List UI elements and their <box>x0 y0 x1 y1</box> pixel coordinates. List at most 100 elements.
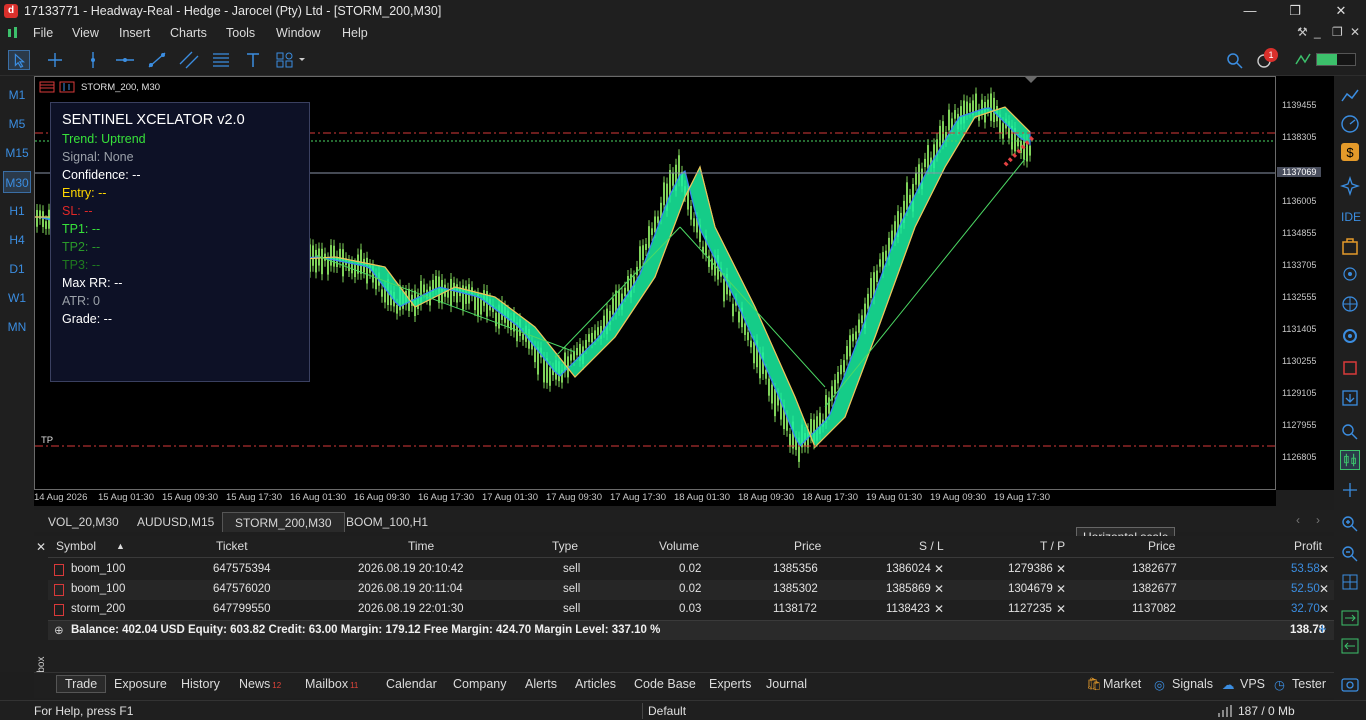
globe-icon[interactable] <box>1340 294 1360 314</box>
tab-code-base[interactable]: Code Base <box>634 677 696 691</box>
tab-news[interactable]: News 12 <box>239 677 281 691</box>
tab-vol-20[interactable]: VOL_20,M30 <box>36 512 131 532</box>
close-position-icon[interactable]: ✕ <box>1319 602 1329 616</box>
col-symbol[interactable]: Symbol <box>56 539 96 553</box>
zoom-in-icon[interactable] <box>1340 514 1360 534</box>
zoom-alert-icon[interactable] <box>1340 422 1360 442</box>
cursor-icon[interactable] <box>8 50 30 70</box>
remove-tp-icon[interactable]: ✕ <box>1056 562 1066 576</box>
child-close-icon[interactable]: ✕ <box>1350 25 1360 39</box>
menu-help[interactable]: Help <box>342 26 368 40</box>
menu-insert[interactable]: Insert <box>119 26 150 40</box>
signals-link[interactable]: Signals <box>1172 677 1213 691</box>
search-icon[interactable] <box>1224 50 1246 70</box>
channel-icon[interactable] <box>178 50 200 70</box>
shift-chart-icon[interactable] <box>1340 608 1360 628</box>
tf-w1[interactable]: W1 <box>3 287 31 309</box>
line-chart-icon[interactable] <box>1340 86 1360 106</box>
child-restore-icon[interactable]: ❐ <box>1332 25 1343 39</box>
bag-icon[interactable] <box>1340 236 1360 256</box>
shapes-icon[interactable] <box>274 50 308 70</box>
tf-mn[interactable]: MN <box>3 316 31 338</box>
vps-link[interactable]: VPS <box>1240 677 1265 691</box>
row-tp[interactable]: 1304679 <box>1008 583 1053 595</box>
remove-sl-icon[interactable]: ✕ <box>934 582 944 596</box>
trendline-icon[interactable] <box>146 50 168 70</box>
col-current-price[interactable]: Price <box>1148 539 1175 553</box>
close-position-icon[interactable]: ✕ <box>1319 582 1329 596</box>
tab-mailbox[interactable]: Mailbox 11 <box>305 677 358 691</box>
market-link[interactable]: Market <box>1103 677 1141 691</box>
menu-tools[interactable]: Tools <box>226 26 255 40</box>
tab-experts[interactable]: Experts <box>709 677 751 691</box>
grid-icon[interactable] <box>1340 572 1360 592</box>
menu-view[interactable]: View <box>72 26 99 40</box>
col-ticket[interactable]: Ticket <box>216 539 248 553</box>
status-profile[interactable]: Default <box>648 704 686 718</box>
depth-icon[interactable] <box>1340 480 1360 500</box>
table-row[interactable]: boom_100 647575394 2026.08.19 20:10:42 s… <box>48 560 1334 580</box>
col-type[interactable]: Type <box>552 539 578 553</box>
col-tp[interactable]: T / P <box>1040 539 1065 553</box>
stop-icon[interactable] <box>1340 358 1360 378</box>
autoscroll-icon[interactable] <box>1340 636 1360 656</box>
tab-audusd[interactable]: AUDUSD,M15 <box>125 512 226 532</box>
remove-tp-icon[interactable]: ✕ <box>1056 602 1066 616</box>
remove-sl-icon[interactable]: ✕ <box>934 602 944 616</box>
menu-file[interactable]: File <box>33 26 53 40</box>
fibonacci-icon[interactable] <box>210 50 232 70</box>
toolbox-close-icon[interactable]: ✕ <box>36 540 46 554</box>
screenshot-icon[interactable] <box>1340 674 1360 694</box>
minimize-button[interactable]: — <box>1236 2 1264 20</box>
vps-icon[interactable]: ☁ <box>1222 677 1235 692</box>
market-icon[interactable]: 🛍 <box>1086 677 1102 692</box>
chart-window-icon[interactable] <box>39 81 55 93</box>
row-tp[interactable]: 1127235 <box>1008 603 1052 615</box>
tf-d1[interactable]: D1 <box>3 258 31 280</box>
table-row[interactable]: boom_100 647576020 2026.08.19 20:11:04 s… <box>48 580 1334 600</box>
add-icon[interactable]: + <box>1318 621 1327 638</box>
zoom-out-icon[interactable] <box>1340 544 1360 564</box>
row-sl[interactable]: 1138423 <box>886 603 930 615</box>
remove-sl-icon[interactable]: ✕ <box>934 562 944 576</box>
col-volume[interactable]: Volume <box>659 539 699 553</box>
tab-journal[interactable]: Journal <box>766 677 807 691</box>
tab-exposure[interactable]: Exposure <box>114 677 167 691</box>
col-profit[interactable]: Profit <box>1294 539 1322 553</box>
remove-tp-icon[interactable]: ✕ <box>1056 582 1066 596</box>
dollar-icon[interactable]: $ <box>1340 142 1360 162</box>
settings-icon[interactable] <box>1340 326 1360 346</box>
expand-icon[interactable]: ⊕ <box>54 623 64 637</box>
menu-window[interactable]: Window <box>276 26 320 40</box>
signals-icon[interactable] <box>1340 176 1360 196</box>
tab-calendar[interactable]: Calendar <box>386 677 437 691</box>
broadcast-icon[interactable] <box>1340 264 1360 284</box>
restore-button[interactable]: ❐ <box>1281 2 1309 20</box>
menu-charts[interactable]: Charts <box>170 26 207 40</box>
tab-trade[interactable]: Trade <box>56 675 107 693</box>
tab-scroll-right-icon[interactable]: › <box>1316 513 1320 527</box>
tester-icon[interactable]: ◷ <box>1274 677 1285 692</box>
algo-trading-icon[interactable] <box>1292 50 1314 70</box>
row-sl[interactable]: 1386024 <box>886 563 931 575</box>
tab-boom-100[interactable]: BOOM_100,H1 <box>334 512 440 532</box>
gauge-icon[interactable] <box>1340 114 1360 134</box>
text-tool-icon[interactable] <box>242 50 264 70</box>
tf-h4[interactable]: H4 <box>3 229 31 251</box>
tf-m30[interactable]: M30 <box>3 171 31 193</box>
chart-type-icon[interactable] <box>59 81 75 93</box>
close-position-icon[interactable]: ✕ <box>1319 562 1329 576</box>
close-button[interactable]: ✕ <box>1327 2 1355 20</box>
row-tp[interactable]: 1279386 <box>1008 563 1053 575</box>
tab-company[interactable]: Company <box>453 677 507 691</box>
price-axis[interactable]: 1139455 1138305 1137069 1136005 1134855 … <box>1276 76 1334 490</box>
crosshair-icon[interactable] <box>44 50 66 70</box>
time-axis[interactable]: 14 Aug 2026 15 Aug 01:30 15 Aug 09:30 15… <box>34 490 1276 506</box>
tf-h1[interactable]: H1 <box>3 200 31 222</box>
tf-m1[interactable]: M1 <box>3 84 31 106</box>
child-minimize-icon[interactable]: _ <box>1314 25 1321 39</box>
col-sl[interactable]: S / L <box>919 539 944 553</box>
signals-icon[interactable]: ◎ <box>1154 677 1165 692</box>
ide-link[interactable]: IDE <box>1341 210 1361 224</box>
chart-shift-marker[interactable] <box>1025 77 1037 83</box>
